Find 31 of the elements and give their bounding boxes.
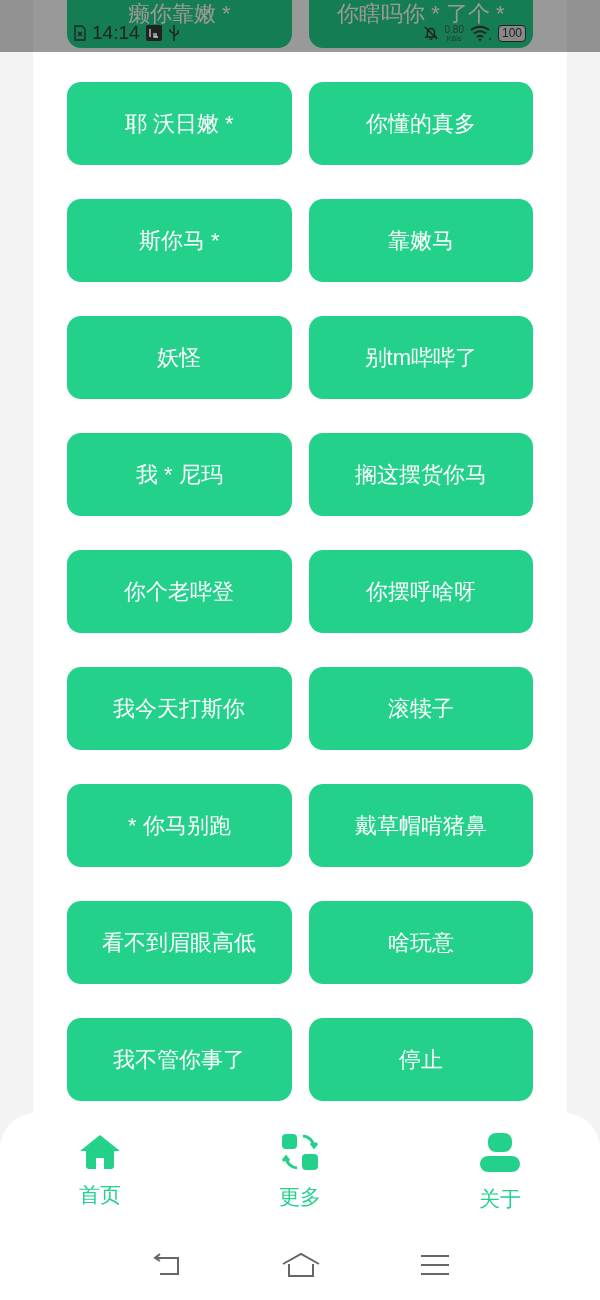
phrase-button[interactable]: 你摆呼啥呀 [308, 550, 533, 633]
phrase-button[interactable]: 你个老哔登 [67, 550, 292, 633]
nav-tab[interactable]: 关于 [450, 1133, 550, 1230]
phrase-button[interactable]: 搁这摆货你马 [308, 433, 533, 516]
nav-tab[interactable]: 首页 [50, 1133, 150, 1230]
phrase-button[interactable]: 妖怪 [67, 316, 292, 399]
phrase-button[interactable]: * 你马别跑 [67, 784, 292, 867]
phrase-button[interactable]: 我 * 尼玛 [67, 433, 292, 516]
phrase-button[interactable]: 滚犊子 [308, 667, 533, 750]
phrase-button[interactable]: 靠嫩马 [308, 199, 533, 282]
wifi-icon [469, 25, 492, 41]
usb-icon [167, 24, 180, 42]
menu-icon[interactable] [420, 1253, 451, 1277]
muted-bell-icon [422, 25, 439, 41]
swap-squares-icon [281, 1133, 319, 1171]
sim-icon [74, 25, 86, 41]
home-icon[interactable] [281, 1252, 321, 1278]
phrase-button[interactable]: 你懂的真多 [308, 82, 533, 165]
user-icon [479, 1133, 521, 1173]
phrase-button[interactable]: 别tm哔哔了 [308, 316, 533, 399]
phrase-button[interactable]: 啥玩意 [308, 901, 533, 984]
phrase-button[interactable]: 我今天打斯你 [67, 667, 292, 750]
phrase-button[interactable]: 戴草帽啃猪鼻 [308, 784, 533, 867]
phrase-button[interactable]: 停止 [308, 1018, 533, 1101]
phrase-button[interactable]: 耶 沃日嫩 * [67, 82, 292, 165]
net-speed: 0.80 [444, 24, 464, 35]
phrase-button[interactable]: 我不管你事了 [67, 1018, 292, 1101]
phrase-button[interactable]: 看不到眉眼高低 [67, 901, 292, 984]
nav-tab[interactable]: 更多 [250, 1133, 350, 1230]
phrase-button[interactable]: 斯你马 * [67, 199, 292, 282]
home-icon [79, 1133, 121, 1169]
